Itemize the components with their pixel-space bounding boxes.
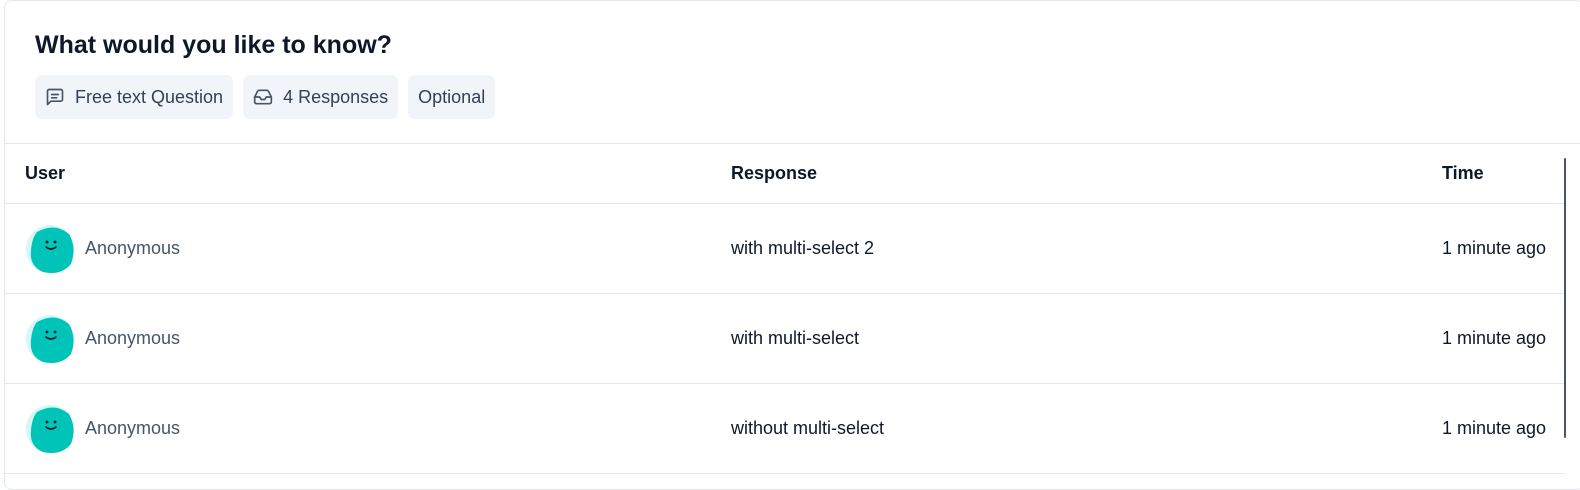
column-header-response: Response [731, 144, 1442, 204]
user-name: Anonymous [85, 238, 181, 258]
avatar [26, 224, 74, 273]
table-header-row: User Response Time [5, 144, 1565, 204]
user-cell[interactable]: Anonymous [25, 314, 731, 364]
message-square-icon [46, 88, 64, 106]
column-header-time: Time [1442, 144, 1565, 204]
question-title: What would you like to know? [35, 31, 392, 59]
avatar [26, 314, 74, 363]
user-cell[interactable]: Anonymous [25, 404, 731, 454]
question-type-chip: Free text Question [35, 75, 234, 119]
avatar [26, 404, 74, 453]
table-row[interactable]: Anonymous without multi-select 1 minute … [5, 383, 1565, 474]
question-summary-card: What would you like to know? Free text Q… [4, 0, 1580, 490]
response-time: 1 minute ago [1442, 203, 1565, 294]
response-time: 1 minute ago [1442, 383, 1565, 474]
table-row[interactable]: Anonymous with multi-select 1 minute ago [5, 293, 1565, 384]
user-name: Anonymous [85, 418, 181, 438]
table-scrollbar[interactable] [1564, 158, 1566, 438]
question-chips: Free text Question 4 Responses Optional [35, 75, 1553, 119]
column-header-user: User [5, 144, 731, 204]
response-text: with multi-select [731, 293, 1442, 384]
response-text: without multi-select [731, 383, 1442, 474]
inbox-icon [253, 89, 273, 105]
user-name: Anonymous [85, 328, 181, 348]
user-cell[interactable]: Anonymous [25, 224, 731, 274]
responses-count-chip: 4 Responses [243, 75, 399, 119]
response-time: 1 minute ago [1442, 293, 1565, 384]
optional-label: Optional [418, 86, 486, 107]
table-row[interactable]: Anonymous with multi-select 2 1 minute a… [5, 203, 1565, 294]
question-header: What would you like to know? Free text Q… [5, 1, 1580, 144]
question-type-label: Free text Question [75, 86, 224, 107]
optional-chip: Optional [408, 75, 496, 119]
responses-table: User Response Time Anonymous with multi-… [5, 144, 1565, 474]
response-text: with multi-select 2 [731, 203, 1442, 294]
responses-count-label: 4 Responses [283, 86, 389, 107]
